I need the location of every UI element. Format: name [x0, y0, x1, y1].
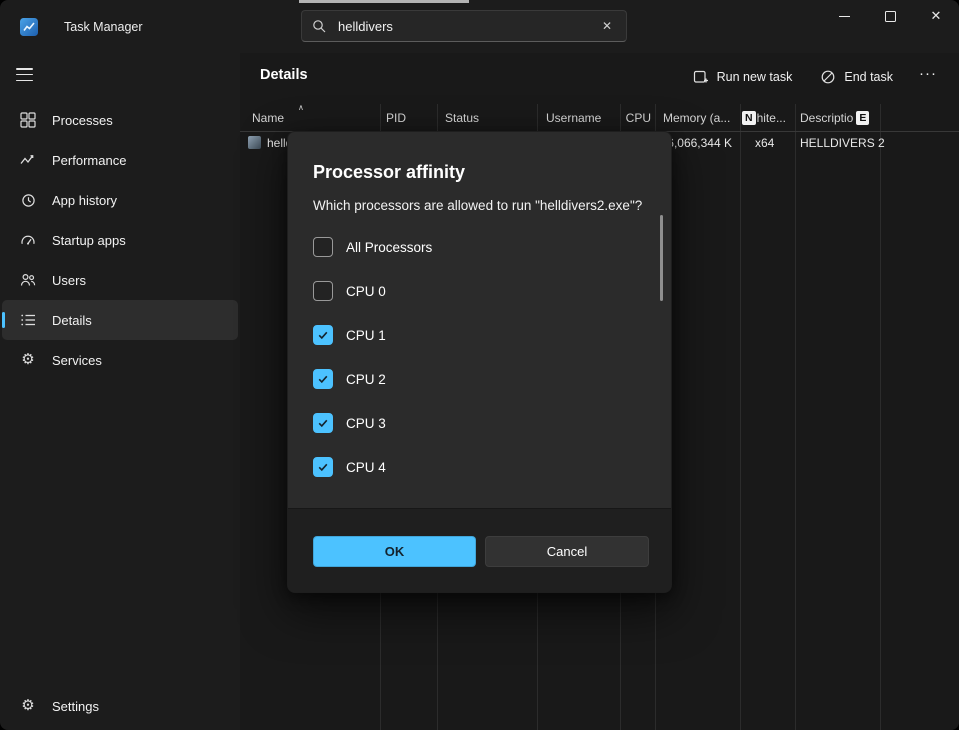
column-header-memory[interactable]: Memory (a...	[655, 104, 740, 131]
close-icon: ✕	[931, 8, 942, 24]
column-header-status[interactable]: Status	[437, 104, 537, 131]
sidebar-item-label: Services	[52, 353, 102, 368]
hamburger-menu-icon[interactable]	[16, 68, 33, 81]
checkbox-all-processors[interactable]: All Processors	[313, 225, 646, 269]
end-task-icon	[820, 69, 836, 85]
minimize-icon	[839, 16, 850, 17]
checkbox[interactable]	[313, 237, 333, 257]
checkbox-label: CPU 3	[346, 416, 386, 431]
column-header-description[interactable]: Descriptio E	[795, 104, 880, 131]
checkbox-label: CPU 4	[346, 460, 386, 475]
run-new-task-button[interactable]: Run new task	[681, 62, 805, 92]
cancel-button[interactable]: Cancel	[485, 536, 649, 567]
column-header-cpu[interactable]: CPU	[620, 104, 655, 131]
checkbox-cpu-1[interactable]: CPU 1	[313, 313, 646, 357]
settings-gear-icon: ⚙	[20, 698, 36, 714]
window-controls: ✕	[821, 0, 959, 32]
column-header-pid[interactable]: PID	[380, 104, 437, 131]
services-gear-icon: ⚙	[20, 352, 36, 368]
processes-grid-icon	[20, 112, 36, 128]
search-input[interactable]	[336, 18, 588, 35]
sidebar-item-label: Settings	[52, 699, 99, 714]
checkbox-cpu-2[interactable]: CPU 2	[313, 357, 646, 401]
dialog-prompt: Which processors are allowed to run "hel…	[313, 197, 646, 215]
sidebar-item-label: App history	[52, 193, 117, 208]
maximize-icon	[885, 11, 896, 22]
task-manager-logo-icon	[20, 18, 38, 36]
sidebar-nav: Processes Performance App history St	[0, 100, 240, 380]
column-gridline	[740, 104, 741, 730]
process-description-cell: HELLDIVERS 2	[795, 132, 955, 153]
checkbox-label: CPU 2	[346, 372, 386, 387]
sidebar-item-users[interactable]: Users	[2, 260, 238, 300]
checkbox-cpu-0[interactable]: CPU 0	[313, 269, 646, 313]
sidebar-item-performance[interactable]: Performance	[2, 140, 238, 180]
run-new-task-label: Run new task	[717, 70, 793, 84]
app-title: Task Manager	[64, 20, 143, 34]
dialog-title: Processor affinity	[313, 160, 646, 184]
search-clear-icon[interactable]: ✕	[598, 17, 616, 35]
table-header: ∧ Name PID Status Username CPU Memory (a…	[240, 104, 959, 132]
column-gridline	[795, 104, 796, 730]
checkbox[interactable]	[313, 369, 333, 389]
history-clock-icon	[20, 192, 36, 208]
column-header-name[interactable]: Name	[240, 104, 380, 131]
sidebar-item-details[interactable]: Details	[2, 300, 238, 340]
process-icon	[248, 136, 261, 149]
overlay-hint-badge: E	[856, 111, 869, 125]
sidebar-item-label: Performance	[52, 153, 126, 168]
sidebar-item-services[interactable]: ⚙ Services	[2, 340, 238, 380]
checkbox[interactable]	[313, 413, 333, 433]
close-button[interactable]: ✕	[913, 0, 959, 32]
ok-button[interactable]: OK	[313, 536, 476, 567]
performance-chart-icon	[20, 152, 36, 168]
checkbox[interactable]	[313, 281, 333, 301]
process-architecture-cell: x64	[740, 132, 795, 153]
sidebar-item-label: Users	[52, 273, 86, 288]
task-manager-window: Task Manager ✕ ✕	[0, 0, 959, 730]
processor-affinity-dialog: Processor affinity Which processors are …	[287, 131, 672, 593]
end-task-label: End task	[844, 70, 893, 84]
startup-gauge-icon	[20, 232, 36, 248]
column-header-architecture[interactable]: N hite...	[740, 104, 795, 131]
checkbox[interactable]	[313, 325, 333, 345]
page-title: Details	[260, 67, 308, 83]
checkbox[interactable]	[313, 457, 333, 477]
sidebar-item-settings[interactable]: ⚙ Settings	[2, 686, 238, 726]
minimize-button[interactable]	[821, 0, 867, 32]
checkbox-cpu-4[interactable]: CPU 4	[313, 445, 646, 489]
checkbox-cpu-3[interactable]: CPU 3	[313, 401, 646, 445]
sidebar-item-label: Details	[52, 313, 92, 328]
sidebar-item-label: Processes	[52, 113, 113, 128]
processor-checkbox-list: All Processors CPU 0 CPU 1 CPU 2 CPU 3	[313, 225, 646, 489]
search-box[interactable]: ✕	[301, 10, 627, 42]
sidebar-item-app-history[interactable]: App history	[2, 180, 238, 220]
sidebar-item-processes[interactable]: Processes	[2, 100, 238, 140]
titlebar: Task Manager ✕ ✕	[0, 0, 959, 53]
dialog-scrollbar-thumb[interactable]	[660, 215, 663, 301]
dialog-body: Processor affinity Which processors are …	[288, 132, 671, 509]
sidebar-item-startup-apps[interactable]: Startup apps	[2, 220, 238, 260]
users-icon	[20, 272, 36, 288]
more-options-button[interactable]: ···	[909, 63, 947, 91]
checkbox-label: CPU 0	[346, 284, 386, 299]
sidebar: Processes Performance App history St	[0, 53, 240, 730]
dialog-footer: OK Cancel	[288, 508, 671, 592]
search-icon	[312, 19, 326, 33]
overlay-hint-badge: N	[742, 111, 756, 125]
run-new-task-icon	[693, 69, 709, 85]
sidebar-item-label: Startup apps	[52, 233, 126, 248]
details-list-icon	[20, 312, 36, 328]
maximize-button[interactable]	[867, 0, 913, 32]
checkbox-label: CPU 1	[346, 328, 386, 343]
end-task-button[interactable]: End task	[808, 62, 905, 92]
column-gridline	[880, 104, 881, 730]
column-header-username[interactable]: Username	[537, 104, 620, 131]
checkbox-label: All Processors	[346, 240, 432, 255]
toolbar: Run new task End task ···	[681, 62, 947, 92]
